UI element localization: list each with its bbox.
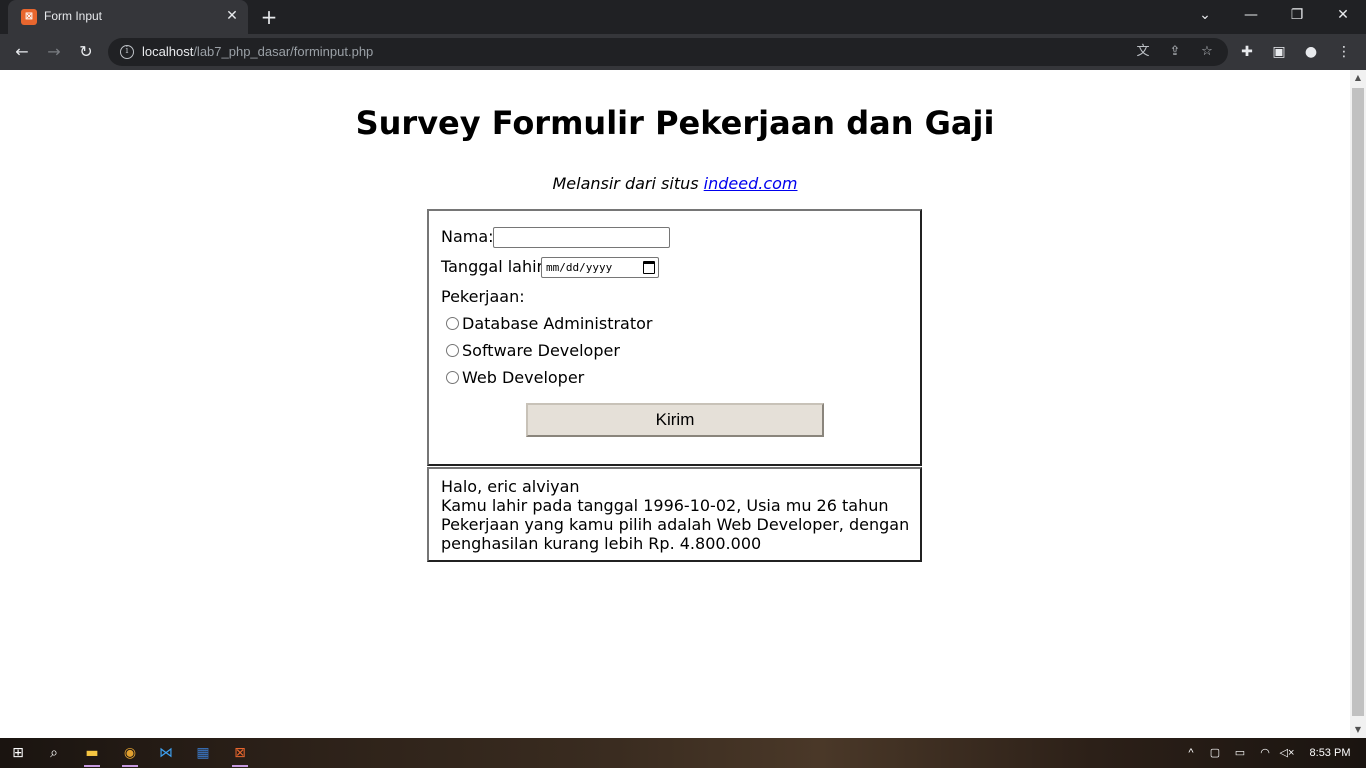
tab-strip: ⊠ Form Input ✕ + ⌄ — ❐ ✕: [0, 0, 1366, 34]
page-scrollbar[interactable]: ▲ ▼: [1350, 70, 1366, 738]
radio-label: Software Developer: [462, 341, 620, 360]
result-birthdate: Kamu lahir pada tanggal 1996-10-02, Usia…: [441, 496, 889, 515]
tanggal-lahir-input[interactable]: mm/dd/yyyy: [541, 257, 659, 278]
battery-icon[interactable]: ▭: [1230, 744, 1250, 762]
restore-icon[interactable]: ❐: [1274, 0, 1320, 30]
subtitle-text: Melansir dari situs: [552, 174, 699, 193]
date-placeholder: mm/dd/yyyy: [546, 261, 613, 274]
page-title: Survey Formulir Pekerjaan dan Gaji: [355, 104, 995, 142]
close-window-icon[interactable]: ✕: [1320, 0, 1366, 30]
search-icon[interactable]: ⌕: [40, 741, 68, 765]
back-icon[interactable]: ←: [10, 40, 34, 64]
xampp-icon[interactable]: ⊠: [226, 741, 254, 767]
reload-icon[interactable]: ↻: [74, 40, 98, 64]
address-bar[interactable]: i localhost/lab7_php_dasar/forminput.php…: [108, 38, 1228, 66]
meet-now-icon[interactable]: ▢: [1206, 744, 1224, 762]
radio-button[interactable]: [446, 317, 459, 330]
result-job: Pekerjaan yang kamu pilih adalah Web Dev…: [441, 515, 910, 534]
minimize-icon[interactable]: —: [1228, 0, 1274, 30]
url-text[interactable]: localhost/lab7_php_dasar/forminput.php: [142, 44, 373, 59]
forward-icon[interactable]: →: [42, 40, 66, 64]
kirim-button[interactable]: Kirim: [526, 403, 824, 437]
clock[interactable]: 8:53 PM: [1302, 744, 1358, 762]
calendar-icon[interactable]: [643, 261, 655, 274]
radio-button[interactable]: [446, 344, 459, 357]
translate-icon[interactable]: 文: [1134, 43, 1152, 61]
bookmark-star-icon[interactable]: ☆: [1198, 43, 1216, 61]
windows-taskbar: ⊞ ⌕ ▬ ◉ ⋈ ▦ ⊠ ^ ▢ ▭ ◠ ◁× 8:53 PM: [0, 738, 1366, 768]
tanggal-label: Tanggal lahir:: [441, 257, 549, 276]
close-tab-icon[interactable]: ✕: [224, 8, 240, 24]
new-tab-icon[interactable]: +: [258, 6, 280, 28]
site-info-icon[interactable]: i: [120, 45, 134, 59]
result-greeting: Halo, eric alviyan: [441, 477, 580, 496]
vscode-icon[interactable]: ⋈: [152, 741, 180, 765]
result-salary: penghasilan kurang lebih Rp. 4.800.000: [441, 534, 762, 553]
file-explorer-icon[interactable]: ▬: [78, 741, 106, 767]
wifi-icon[interactable]: ◠: [1256, 744, 1274, 762]
extensions-icon[interactable]: ✚: [1237, 42, 1257, 62]
tab-title: Form Input: [44, 9, 103, 23]
radio-button[interactable]: [446, 371, 459, 384]
radio-label: Web Developer: [462, 368, 585, 387]
indeed-link[interactable]: indeed.com: [704, 174, 798, 193]
windows-start-icon[interactable]: ⊞: [4, 741, 32, 765]
nama-input[interactable]: [493, 227, 670, 248]
volume-muted-icon[interactable]: ◁×: [1278, 744, 1296, 762]
page-viewport: Survey Formulir Pekerjaan dan Gaji Melan…: [0, 70, 1350, 738]
browser-tab[interactable]: ⊠ Form Input ✕: [8, 0, 248, 34]
tab-search-icon[interactable]: ⌄: [1182, 0, 1228, 30]
profile-icon[interactable]: ●: [1301, 42, 1321, 62]
browser-toolbar: ← → ↻ i localhost/lab7_php_dasar/forminp…: [0, 34, 1366, 70]
virtualbox-icon[interactable]: ▦: [189, 741, 217, 765]
scroll-thumb[interactable]: [1352, 88, 1364, 716]
side-panel-icon[interactable]: ▣: [1269, 42, 1289, 62]
nama-label: Nama:: [441, 227, 494, 246]
radio-label: Database Administrator: [462, 314, 653, 333]
share-icon[interactable]: ⇪: [1166, 43, 1184, 61]
chrome-icon[interactable]: ◉: [116, 741, 144, 767]
scroll-down-arrow-icon[interactable]: ▼: [1350, 722, 1366, 738]
show-hidden-icons-icon[interactable]: ^: [1182, 744, 1200, 762]
page-subtitle: Melansir dari situs indeed.com: [0, 174, 1350, 193]
menu-icon[interactable]: ⋮: [1334, 42, 1354, 62]
scroll-up-arrow-icon[interactable]: ▲: [1350, 70, 1366, 86]
pekerjaan-label: Pekerjaan:: [441, 287, 525, 306]
survey-form: Nama: Tanggal lahir: mm/dd/yyyy Pekerjaa…: [427, 209, 922, 466]
xampp-favicon-icon: ⊠: [21, 9, 37, 25]
result-box: Halo, eric alviyan Kamu lahir pada tangg…: [427, 467, 922, 562]
